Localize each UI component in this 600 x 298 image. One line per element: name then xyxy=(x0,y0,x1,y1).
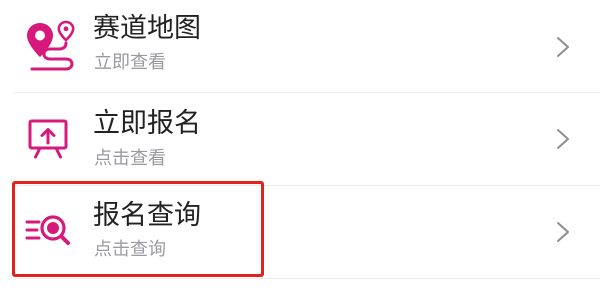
search-list-icon xyxy=(22,204,78,260)
page: 赛道地图 立即查看 立即报名 点击查看 报名查询 点击查询 xyxy=(0,0,600,298)
menu-item-subtitle: 点击查看 xyxy=(94,148,166,169)
menu-item-route-map[interactable]: 赛道地图 立即查看 xyxy=(0,0,600,92)
menu-card: 赛道地图 立即查看 立即报名 点击查看 报名查询 点击查询 xyxy=(0,0,600,298)
menu-item-registration-query[interactable]: 报名查询 点击查询 xyxy=(0,186,600,278)
menu-item-register[interactable]: 立即报名 点击查看 xyxy=(0,93,600,185)
menu-item-title: 赛道地图 xyxy=(93,13,201,44)
route-map-icon xyxy=(22,18,78,74)
divider xyxy=(14,278,600,279)
menu-item-title: 报名查询 xyxy=(93,200,201,231)
menu-item-title: 立即报名 xyxy=(93,108,201,139)
chevron-right-icon xyxy=(556,221,570,243)
register-board-icon xyxy=(22,113,78,169)
chevron-right-icon xyxy=(556,36,570,58)
chevron-right-icon xyxy=(556,128,570,150)
menu-item-subtitle: 点击查询 xyxy=(94,239,166,260)
menu-item-subtitle: 立即查看 xyxy=(94,52,166,73)
